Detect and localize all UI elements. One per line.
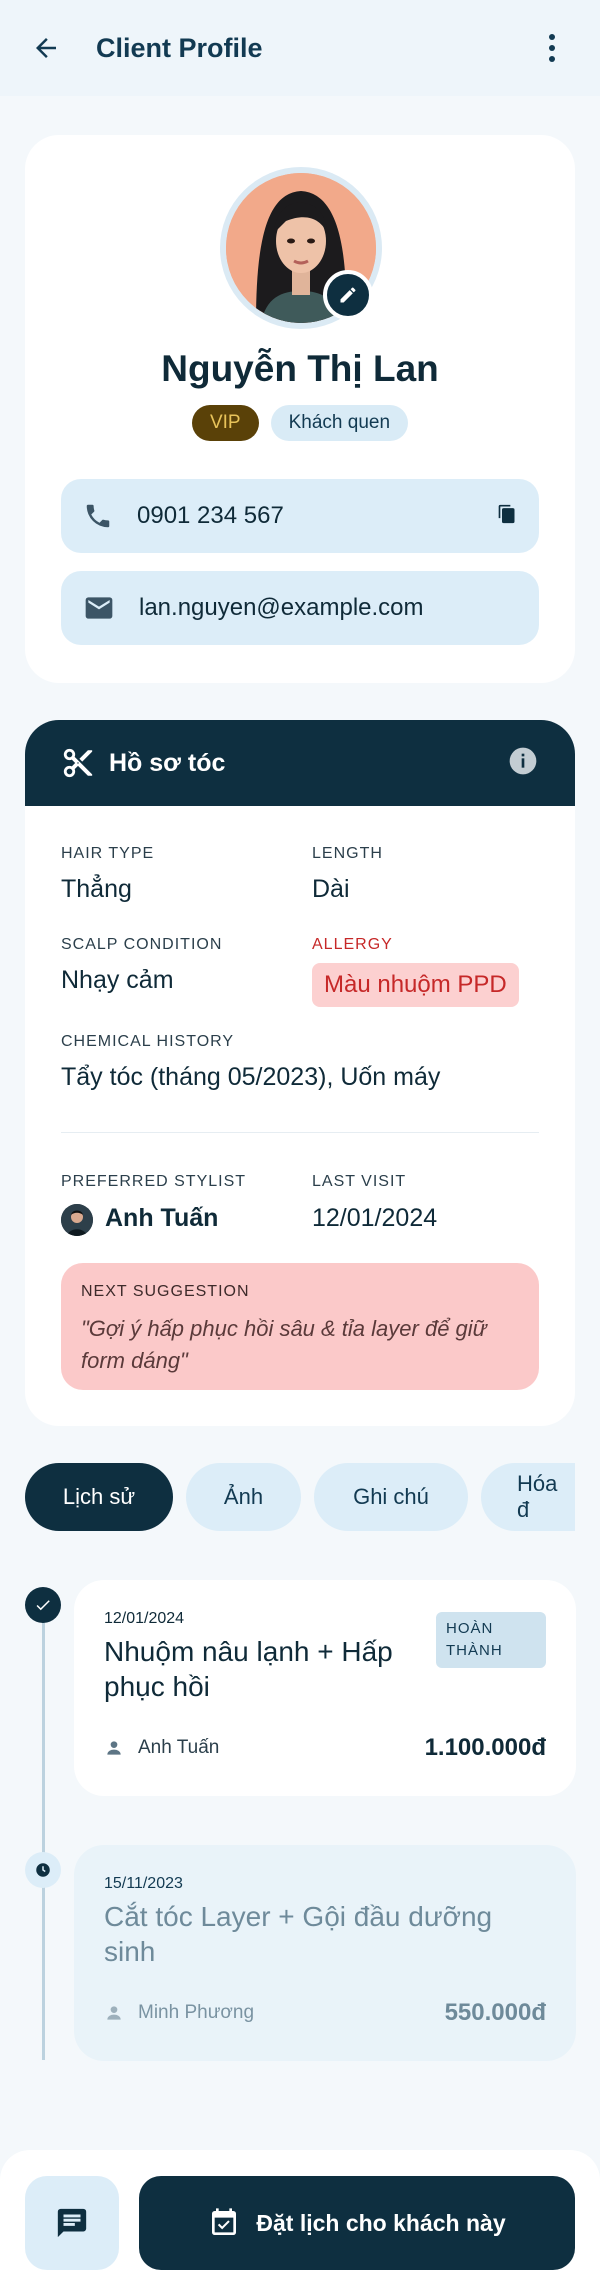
hair-type-label: HAIR TYPE bbox=[61, 845, 155, 862]
tab-notes[interactable]: Ghi chú bbox=[314, 1463, 468, 1531]
divider bbox=[61, 1132, 539, 1133]
phone-icon bbox=[86, 504, 110, 528]
visit-service: Cắt tóc Layer + Gội đầu dưỡng sinh bbox=[104, 1901, 493, 1967]
phone-number: 0901 234 567 bbox=[137, 502, 284, 529]
hair-profile-title: Hồ sơ tóc bbox=[109, 748, 226, 777]
last-visit-value: 12/01/2024 bbox=[312, 1204, 438, 1232]
copy-button[interactable] bbox=[497, 504, 517, 529]
visit-card[interactable]: 15/11/2023 Cắt tóc Layer + Gội đầu dưỡng… bbox=[74, 1845, 576, 2061]
chat-icon bbox=[57, 2208, 87, 2238]
timeline-line bbox=[42, 1620, 45, 2060]
client-name: Nguyễn Thị Lan bbox=[161, 348, 439, 389]
more-menu-button[interactable] bbox=[532, 20, 572, 76]
check-icon bbox=[36, 1600, 50, 1611]
pencil-icon bbox=[340, 287, 356, 303]
scalp-label: SCALP CONDITION bbox=[61, 936, 223, 953]
message-button[interactable] bbox=[25, 2176, 119, 2270]
email-row[interactable]: lan.nguyen@example.com bbox=[61, 571, 539, 645]
back-button[interactable] bbox=[18, 20, 74, 76]
book-appointment-label: Đặt lịch cho khách này bbox=[256, 2209, 506, 2236]
page-title: Client Profile bbox=[96, 32, 263, 63]
last-visit-label: LAST VISIT bbox=[312, 1173, 407, 1190]
hair-type-value: Thẳng bbox=[61, 875, 132, 903]
scalp-value: Nhạy cảm bbox=[61, 966, 174, 994]
hair-profile-card: Hồ sơ tóc HAIR TYPE Thẳng LENGTH Dài SCA… bbox=[25, 720, 575, 1426]
visit-date: 15/11/2023 bbox=[104, 1875, 183, 1892]
allergy-label: ALLERGY bbox=[312, 936, 393, 953]
stylist-avatar bbox=[61, 1204, 93, 1236]
email-address: lan.nguyen@example.com bbox=[139, 594, 424, 621]
chemical-history-value: Tẩy tóc (tháng 05/2023), Uốn máy bbox=[61, 1063, 441, 1091]
visit-stylist: Anh Tuấn bbox=[138, 1737, 220, 1758]
next-suggestion-text: "Gợi ý hấp phục hồi sâu & tỉa layer để g… bbox=[81, 1316, 487, 1373]
arrow-left-icon bbox=[36, 38, 56, 58]
scissors-icon bbox=[63, 748, 93, 778]
visit-stylist: Minh Phương bbox=[138, 2002, 255, 2023]
visit-price: 550.000đ bbox=[444, 1999, 546, 2026]
tab-history[interactable]: Lịch sử bbox=[25, 1463, 173, 1531]
length-label: LENGTH bbox=[312, 845, 383, 862]
clock-icon bbox=[36, 1863, 50, 1877]
edit-photo-button[interactable] bbox=[323, 270, 373, 320]
tab-invoices[interactable]: Hóa đ bbox=[481, 1463, 575, 1531]
allergy-chip: Màu nhuộm PPD bbox=[312, 963, 519, 1007]
profile-card: Nguyễn Thị Lan VIP Khách quen 0901 234 5… bbox=[25, 135, 575, 683]
tab-photos[interactable]: Ảnh bbox=[186, 1463, 301, 1531]
preferred-stylist-value: Anh Tuấn bbox=[105, 1204, 219, 1232]
client-badges: VIP Khách quen bbox=[25, 405, 575, 441]
app-bar: Client Profile bbox=[0, 0, 600, 96]
info-button[interactable] bbox=[507, 745, 539, 782]
next-suggestion: NEXT SUGGESTION "Gợi ý hấp phục hồi sâu … bbox=[61, 1263, 539, 1390]
more-vert-icon bbox=[549, 34, 555, 40]
timeline-done-marker bbox=[25, 1587, 61, 1623]
preferred-stylist-label: PREFERRED STYLIST bbox=[61, 1173, 247, 1190]
info-icon bbox=[509, 747, 537, 774]
copy-icon bbox=[498, 504, 515, 523]
timeline-pending-marker bbox=[25, 1852, 61, 1888]
calendar-check-icon bbox=[212, 2208, 237, 2235]
chemical-history-label: CHEMICAL HISTORY bbox=[61, 1033, 235, 1050]
next-suggestion-label: NEXT SUGGESTION bbox=[81, 1283, 250, 1300]
person-icon bbox=[107, 1741, 121, 1755]
visit-service: Nhuộm nâu lạnh + Hấp phục hồi bbox=[104, 1636, 393, 1702]
phone-row[interactable]: 0901 234 567 bbox=[61, 479, 539, 553]
visit-card[interactable]: 12/01/2024 Nhuộm nâu lạnh + Hấp phục hồi… bbox=[74, 1580, 576, 1796]
tab-bar: Lịch sử Ảnh Ghi chú Hóa đ bbox=[25, 1463, 575, 1533]
length-value: Dài bbox=[312, 875, 350, 903]
status-badge: HOÀN THÀNH bbox=[436, 1612, 546, 1668]
mail-icon bbox=[85, 597, 113, 619]
person-icon bbox=[107, 2006, 121, 2020]
book-appointment-button[interactable]: Đặt lịch cho khách này bbox=[139, 2176, 575, 2270]
visit-price: 1.100.000đ bbox=[424, 1734, 546, 1761]
regular-badge: Khách quen bbox=[270, 405, 409, 441]
hair-profile-header: Hồ sơ tóc bbox=[25, 720, 575, 806]
vip-badge: VIP bbox=[191, 405, 259, 441]
